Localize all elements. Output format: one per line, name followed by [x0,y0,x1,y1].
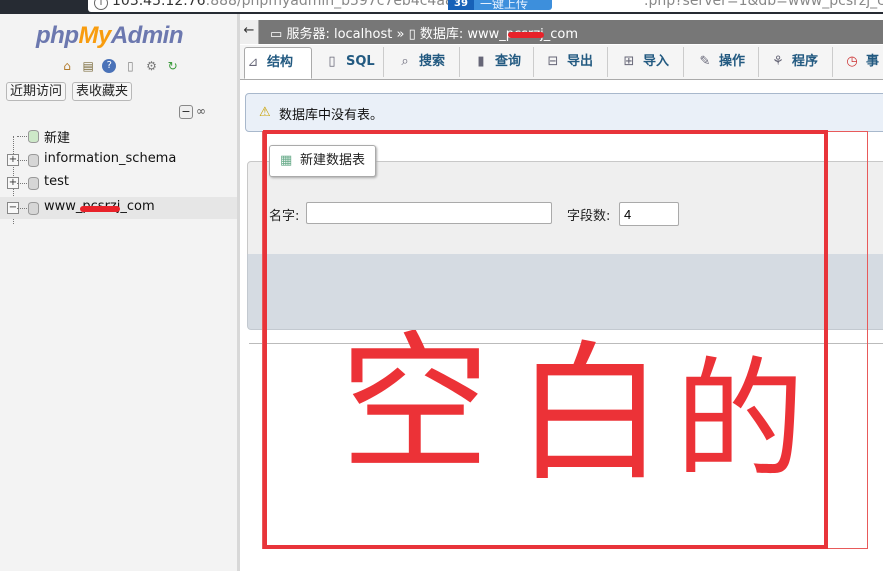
structure-icon: ⊿ [247,55,259,70]
tree-branch [17,183,27,184]
url-tail-text: .php?server=1&db=www_pcsrzj_com&token=72… [644,0,883,9]
breadcrumb-server-link[interactable]: localhost [334,27,392,42]
routines-icon: ⚘ [772,54,784,69]
collapse-nav-arrow-icon[interactable]: ← [240,20,259,44]
new-db-icon [28,130,39,143]
upload-floating-button[interactable]: 39 一键上传 [448,0,552,11]
redaction-mark [508,32,544,38]
favorites-button[interactable]: 表收藏夹 [72,82,133,101]
breadcrumb: ← ▭ 服务器: localhost » ▯ 数据库: www_pcsrzj_c… [240,20,883,44]
help-icon[interactable]: ? [102,59,117,73]
annotation-char: 空 [340,330,491,492]
sql-icon: ▯ [328,54,336,69]
tab-routines[interactable]: ⚘ 程序 [760,47,833,77]
upload-label: 一键上传 [480,0,529,11]
phpmyadmin-logo[interactable]: phpMyAdmin [36,22,184,50]
tree-item-label: information_schema [44,151,177,166]
tree-item-label: 新建 [44,131,71,146]
query-icon: ▮ [477,54,485,69]
url-text: 103.45.12.76:888/phpmyadmin_b597c7eb4c4a… [112,0,472,9]
notice-box: ⚠ 数据库中没有表。 [245,93,883,132]
collapse-all-icon[interactable]: − [179,105,193,119]
export-icon: ⊟ [547,54,559,69]
settings-icon[interactable]: ⚙ [145,59,159,73]
tree-item-new[interactable]: 新建 [0,125,237,147]
tree-branch [17,208,27,209]
database-icon [28,202,39,215]
server-icon: ▭ [270,27,283,42]
tree-branch [17,136,27,137]
redaction-mark [80,206,120,212]
docs-icon[interactable]: ▯ [123,59,137,73]
tab-search[interactable]: ⌕ 搜索 [385,47,460,77]
wrench-icon: ✎ [699,54,711,69]
database-icon [28,177,39,190]
database-icon: ▯ [408,27,416,42]
events-icon: ◷ [846,54,858,69]
home-icon[interactable]: ⌂ [60,59,74,73]
annotation-char: 白 [515,330,666,502]
tree-branch [17,160,27,161]
link-with-main-icon[interactable]: ∞ [196,105,210,117]
breadcrumb-server-label: 服务器: [286,27,330,42]
browser-toolbar: i 103.45.12.76:888/phpmyadmin_b597c7eb4c… [0,0,883,14]
import-icon: ⊞ [623,54,635,69]
tab-structure[interactable]: ⊿ 结构 [244,47,312,79]
site-info-icon[interactable]: i [94,0,108,10]
tab-import[interactable]: ⊞ 导入 [609,47,684,77]
tree-item-information-schema[interactable]: + information_schema [0,149,237,171]
search-icon: ⌕ [401,54,409,69]
reload-icon[interactable]: ↻ [166,59,180,73]
tree-item-label: test [44,174,69,189]
recent-button[interactable]: 近期访问 [6,82,67,101]
tree-item-www-pcsrzj-com[interactable]: − www_pcsrzj_com [0,197,237,219]
tab-events[interactable]: ◷ 事 [834,47,883,77]
tab-bar: ⊿ 结构 ▯ SQL ⌕ 搜索 ▮ 查询 ⊟ 导出 ⊞ 导入 ✎ 操作 ⚘ 程序 ◷ 事 [240,45,883,80]
tree-item-test[interactable]: + test [0,172,237,194]
panel-divider[interactable] [237,14,240,571]
quick-links: ⌂ ▤ ? ▯ ⚙ ↻ [60,59,183,75]
upload-badge: 39 [448,0,474,10]
navigation-panel: phpMyAdmin ⌂ ▤ ? ▯ ⚙ ↻ 近期访问 表收藏夹 − ∞ 新建 +… [0,14,237,571]
database-icon [28,154,39,167]
breadcrumb-db-label: 数据库: [419,27,464,42]
annotation-handwriting: 空 白 的 [340,330,820,510]
tab-export[interactable]: ⊟ 导出 [535,47,608,77]
tab-operations[interactable]: ✎ 操作 [685,47,759,77]
notice-text: 数据库中没有表。 [279,108,384,123]
sql-icon[interactable]: ▤ [81,59,95,73]
breadcrumb-sep: » [396,27,405,42]
warning-icon: ⚠ [259,105,271,120]
annotation-char: 的 [675,344,806,496]
tree-controls: − ∞ [179,104,210,119]
tab-query[interactable]: ▮ 查询 [461,47,534,77]
tab-sql[interactable]: ▯ SQL [314,47,384,77]
